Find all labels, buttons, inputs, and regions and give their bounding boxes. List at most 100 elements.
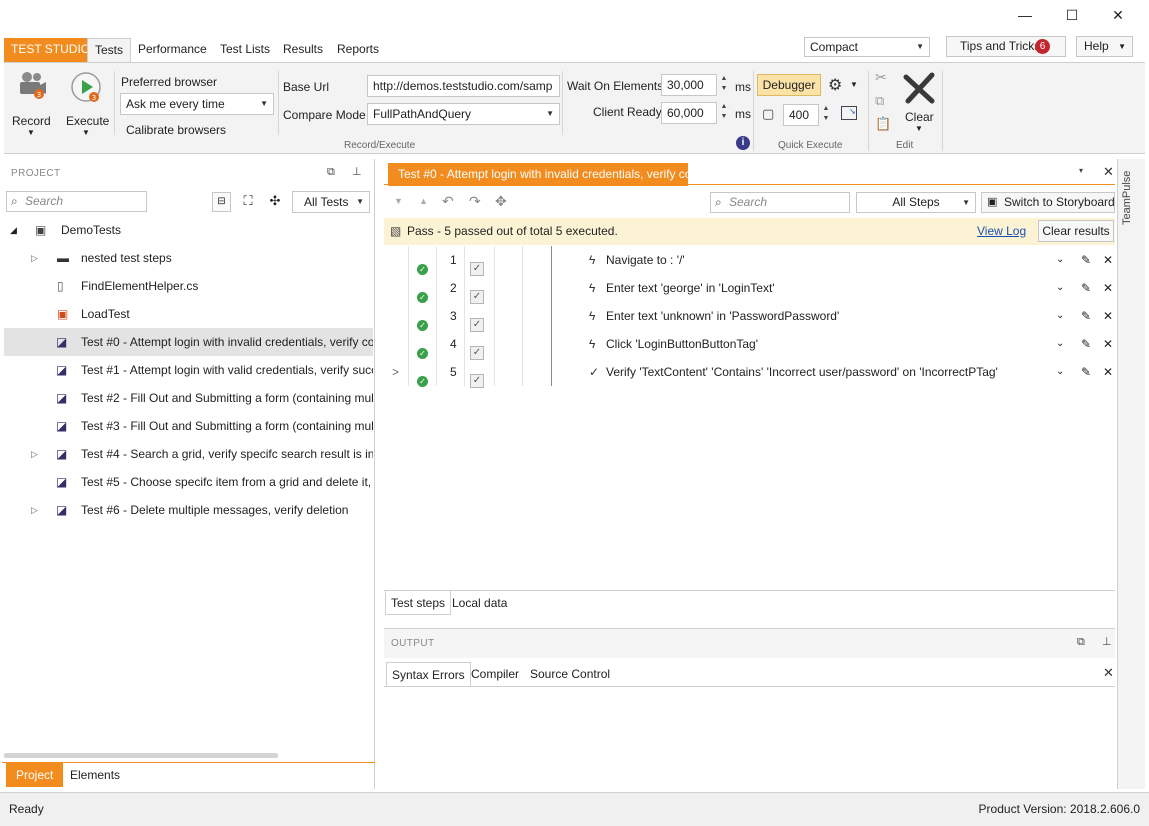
collapse-all-icon[interactable]: ⊟ (212, 192, 231, 212)
expand-icon[interactable]: ▷ (31, 496, 38, 524)
cut-icon[interactable]: ✂ (875, 69, 887, 86)
switch-to-storyboard-button[interactable]: ▣ Switch to Storyboard (981, 192, 1115, 213)
tab-menu-icon[interactable]: ▾ (1079, 166, 1083, 175)
horizontal-scrollbar[interactable] (4, 753, 278, 758)
chevron-down-icon[interactable]: ⌄ (1056, 358, 1064, 386)
tree-item-file[interactable]: ▯ FindElementHelper.cs (4, 272, 373, 300)
client-ready-input[interactable]: 60,000 (661, 102, 717, 124)
test-filter-select[interactable]: All Tests ▼ (292, 191, 370, 213)
info-icon[interactable]: i (736, 136, 750, 150)
maximize-button[interactable]: ☐ (1049, 4, 1095, 26)
tab-tests[interactable]: Tests (87, 38, 132, 62)
tree-item-loadtest[interactable]: ▣ LoadTest (4, 300, 373, 328)
redo-icon[interactable]: ↷ (469, 193, 481, 210)
delete-icon[interactable]: ✕ (1103, 330, 1113, 358)
wait-on-elements-input[interactable]: 30,000 (661, 74, 717, 96)
step-row[interactable]: ✓ 2 ✓ ϟ Enter text 'george' in 'LoginTex… (384, 274, 1115, 304)
tree-item-test-5[interactable]: ◪ Test #5 - Choose specifc item from a g… (4, 468, 373, 496)
tab-test-steps[interactable]: Test steps (385, 591, 452, 615)
step-row[interactable]: > ✓ 5 ✓ ✓ Verify 'TextContent' 'Contains… (384, 358, 1115, 388)
teampulse-side-panel[interactable]: TeamPulse (1117, 159, 1145, 789)
layout-select[interactable]: Compact ▼ (804, 37, 930, 57)
chevron-down-icon[interactable]: ⌄ (1056, 302, 1064, 330)
steps-search-input[interactable]: ⌕ Search (710, 192, 850, 213)
help-button[interactable]: Help ▼ (1076, 36, 1133, 57)
delete-icon[interactable]: ✕ (1103, 358, 1113, 386)
preferred-browser-select[interactable]: Ask me every time ▼ (120, 93, 274, 115)
editor-test-tab[interactable]: Test #0 - Attempt login with invalid cre… (388, 163, 688, 186)
tree-item-folder[interactable]: ▷ ▬ nested test steps (4, 244, 373, 272)
float-icon[interactable]: ⧉ (327, 166, 335, 179)
tab-test-lists[interactable]: Test Lists (213, 38, 277, 62)
close-output-icon[interactable]: ✕ (1103, 665, 1114, 681)
step-row[interactable]: ✓ 1 ✓ ϟ Navigate to : '/' ⌄ ✎ ✕ (384, 246, 1115, 276)
chevron-down-icon[interactable]: ⌄ (1056, 274, 1064, 302)
minimize-button[interactable]: — (1002, 4, 1048, 26)
project-search-input[interactable]: ⌕ Search (6, 191, 147, 212)
pin-icon[interactable]: ⊥ (352, 165, 362, 178)
calibrate-browsers-link[interactable]: Calibrate browsers (126, 123, 226, 137)
expand-icon[interactable]: ◢ (10, 216, 17, 244)
clear-button[interactable]: Clear ▼ (900, 67, 938, 139)
tab-source-control[interactable]: Source Control (525, 662, 615, 686)
move-down-icon[interactable]: ▼ (394, 196, 403, 206)
tab-reports[interactable]: Reports (330, 38, 386, 62)
delete-icon[interactable]: ✕ (1103, 302, 1113, 330)
tab-compiler[interactable]: Compiler (466, 662, 524, 686)
tab-performance[interactable]: Performance (131, 38, 214, 62)
expand-icon[interactable]: > (392, 358, 399, 386)
quick-execute-input[interactable]: 400 (783, 104, 819, 126)
pin-icon[interactable]: ⊥ (1102, 635, 1112, 648)
record-button[interactable]: 3 Record ▼ (10, 67, 52, 139)
execute-button[interactable]: 3 Execute ▼ (64, 67, 109, 139)
step-row[interactable]: ✓ 4 ✓ ϟ Click 'LoginButtonButtonTag' ⌄ ✎… (384, 330, 1115, 360)
pencil-icon[interactable]: ✎ (1081, 330, 1091, 358)
tree-item-test-0[interactable]: ◪ Test #0 - Attempt login with invalid c… (4, 328, 373, 356)
view-log-link[interactable]: View Log (977, 224, 1026, 238)
window-icon[interactable]: ➘ (841, 106, 857, 120)
base-url-input[interactable]: http://demos.teststudio.com/samp (367, 75, 560, 97)
chevron-down-icon[interactable]: ⌄ (1056, 330, 1064, 358)
close-tab-icon[interactable]: ✕ (1103, 164, 1114, 180)
move-up-icon[interactable]: ▲ (419, 196, 428, 206)
chevron-down-icon[interactable]: ▼ (850, 80, 858, 89)
brand-tab[interactable]: TEST STUDIO (4, 38, 98, 62)
close-window-button[interactable]: ✕ (1095, 4, 1141, 26)
debugger-toggle[interactable]: Debugger (757, 74, 821, 96)
network-icon[interactable]: ✣ (264, 192, 286, 212)
person-icon[interactable]: ⛶ (237, 192, 259, 212)
pencil-icon[interactable]: ✎ (1081, 274, 1091, 302)
float-icon[interactable]: ⧉ (1077, 636, 1085, 649)
bind-icon[interactable]: ✥ (495, 193, 507, 210)
quick-execute-spinner[interactable]: ▲ ▼ (820, 104, 832, 126)
gear-icon[interactable]: ⚙ (828, 75, 842, 95)
expand-icon[interactable]: ▷ (31, 440, 38, 468)
tips-and-tricks-button[interactable]: Tips and Tricks 6 (946, 36, 1066, 57)
tab-local-data[interactable]: Local data (447, 591, 512, 615)
step-enabled-checkbox[interactable]: ✓ (470, 374, 484, 388)
paste-icon[interactable]: 📋 (875, 116, 891, 132)
tab-project[interactable]: Project (6, 763, 64, 787)
pencil-icon[interactable]: ✎ (1081, 358, 1091, 386)
wait-spinner[interactable]: ▲ ▼ (718, 74, 730, 96)
clear-results-button[interactable]: Clear results (1038, 220, 1114, 242)
tree-item-test-6[interactable]: ▷ ◪ Test #6 - Delete multiple messages, … (4, 496, 373, 524)
tree-item-test-2[interactable]: ◪ Test #2 - Fill Out and Submitting a fo… (4, 384, 373, 412)
tree-item-test-3[interactable]: ◪ Test #3 - Fill Out and Submitting a fo… (4, 412, 373, 440)
tree-item-test-1[interactable]: ◪ Test #1 - Attempt login with valid cre… (4, 356, 373, 384)
copy-icon[interactable]: ⧉ (875, 93, 884, 109)
compare-mode-select[interactable]: FullPathAndQuery ▼ (367, 103, 560, 125)
tab-elements[interactable]: Elements (65, 763, 125, 787)
step-row[interactable]: ✓ 3 ✓ ϟ Enter text 'unknown' in 'Passwor… (384, 302, 1115, 332)
expand-icon[interactable]: ▷ (31, 244, 38, 272)
client-ready-spinner[interactable]: ▲ ▼ (718, 102, 730, 124)
tab-results[interactable]: Results (276, 38, 330, 62)
pencil-icon[interactable]: ✎ (1081, 302, 1091, 330)
tree-root[interactable]: ◢ ▣ DemoTests (4, 216, 373, 244)
steps-filter-select[interactable]: All Steps ▼ (856, 192, 976, 213)
tree-item-test-4[interactable]: ▷ ◪ Test #4 - Search a grid, verify spec… (4, 440, 373, 468)
delete-icon[interactable]: ✕ (1103, 246, 1113, 274)
pencil-icon[interactable]: ✎ (1081, 246, 1091, 274)
delete-icon[interactable]: ✕ (1103, 274, 1113, 302)
tab-syntax-errors[interactable]: Syntax Errors (386, 662, 471, 686)
